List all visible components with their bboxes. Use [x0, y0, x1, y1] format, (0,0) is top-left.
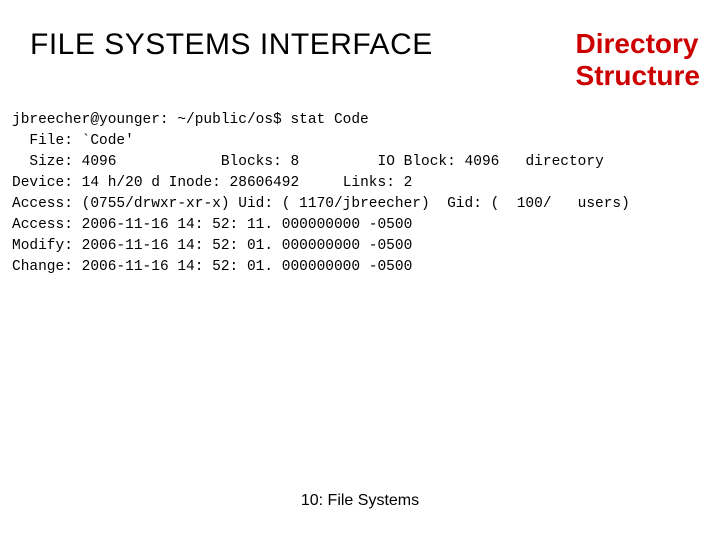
- gid-label: Gid:: [447, 196, 482, 212]
- file-label: File:: [12, 133, 73, 149]
- change-time-value: 2006-11-16 14: 52: 01. 000000000 -0500: [82, 259, 413, 275]
- modify-time-label: Modify:: [12, 238, 73, 254]
- blocks-label: Blocks:: [221, 154, 282, 170]
- subtitle-line2: Structure: [576, 60, 700, 91]
- subtitle-line1: Directory: [576, 28, 699, 59]
- access-time-label: Access:: [12, 217, 73, 233]
- slide: FILE SYSTEMS INTERFACE Directory Structu…: [0, 0, 720, 540]
- ioblock-label: IO Block:: [378, 154, 456, 170]
- prompt-line: jbreecher@younger: ~/public/os$ stat Cod…: [12, 112, 369, 128]
- ioblock-value: 4096: [465, 154, 500, 170]
- file-value: `Code': [82, 133, 134, 149]
- device-label: Device:: [12, 175, 73, 191]
- access-perm-label: Access:: [12, 196, 73, 212]
- modify-time-value: 2006-11-16 14: 52: 01. 000000000 -0500: [82, 238, 413, 254]
- links-value: 2: [404, 175, 413, 191]
- slide-title: FILE SYSTEMS INTERFACE: [30, 28, 433, 62]
- slide-footer: 10: File Systems: [0, 492, 720, 510]
- file-type: directory: [525, 154, 603, 170]
- size-value: 4096: [82, 154, 117, 170]
- change-time-label: Change:: [12, 259, 73, 275]
- slide-header: FILE SYSTEMS INTERFACE Directory Structu…: [30, 28, 700, 92]
- access-time-value: 2006-11-16 14: 52: 11. 000000000 -0500: [82, 217, 413, 233]
- blocks-value: 8: [290, 154, 299, 170]
- device-value: 14 h/20 d Inode: 28606492: [82, 175, 300, 191]
- stat-output: jbreecher@younger: ~/public/os$ stat Cod…: [12, 110, 708, 278]
- access-perm-value: (0755/drwxr-xr-x) Uid: ( 1170/jbreecher): [82, 196, 430, 212]
- gid-value: ( 100/ users): [491, 196, 630, 212]
- links-label: Links:: [343, 175, 395, 191]
- slide-subtitle: Directory Structure: [576, 28, 700, 92]
- size-label: Size:: [12, 154, 73, 170]
